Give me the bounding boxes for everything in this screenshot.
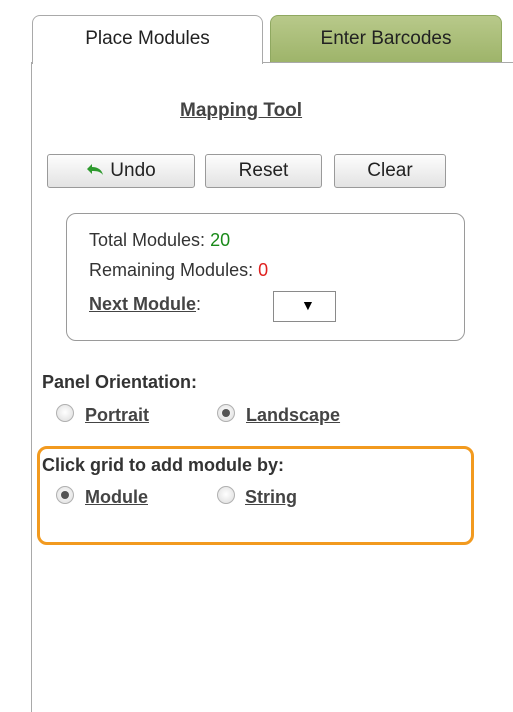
reset-button[interactable]: Reset [205, 154, 322, 188]
landscape-label[interactable]: Landscape [246, 405, 340, 426]
total-modules-label: Total Modules: [89, 230, 211, 250]
string-radio[interactable] [217, 486, 235, 504]
next-module-link[interactable]: Next Module [89, 294, 196, 314]
landscape-radio[interactable] [217, 404, 235, 422]
portrait-label[interactable]: Portrait [85, 405, 149, 426]
next-module: Next Module: [89, 294, 201, 315]
module-label[interactable]: Module [85, 487, 148, 508]
undo-label: Undo [110, 160, 156, 181]
next-module-colon: : [196, 294, 202, 314]
panel-orientation-label: Panel Orientation: [42, 372, 198, 392]
portrait-radio[interactable] [56, 404, 74, 422]
next-module-select[interactable]: ▼ [273, 291, 336, 322]
total-modules-value: 20 [210, 230, 231, 250]
add-by-label: Click grid to add module by: [42, 455, 285, 475]
caret-down-icon: ▼ [301, 297, 315, 313]
remaining-modules-value: 0 [258, 260, 269, 280]
remaining-modules-label: Remaining Modules: [89, 260, 259, 280]
tab-place-modules[interactable]: Place Modules [32, 15, 263, 64]
undo-button[interactable]: Undo [47, 154, 195, 188]
string-label[interactable]: String [245, 487, 297, 508]
remaining-modules: Remaining Modules: 0 [89, 260, 268, 281]
tab-enter-barcodes[interactable]: Enter Barcodes [270, 15, 502, 62]
page-title[interactable]: Mapping Tool [180, 100, 302, 122]
module-radio[interactable] [56, 486, 74, 504]
clear-button[interactable]: Clear [334, 154, 446, 188]
undo-icon [87, 164, 104, 175]
total-modules: Total Modules: 20 [89, 230, 230, 251]
